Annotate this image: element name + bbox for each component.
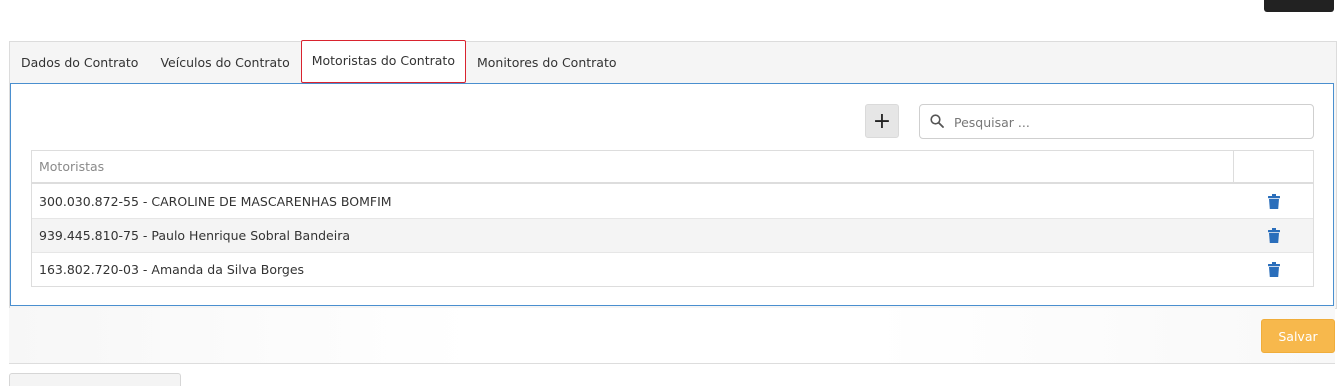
column-header-motoristas: Motoristas: [39, 159, 105, 174]
search-input[interactable]: [952, 106, 1306, 138]
tab-monitores-do-contrato[interactable]: Monitores do Contrato: [466, 42, 628, 81]
bottom-panel-edge: [9, 373, 181, 386]
driver-name-cell: 163.802.720-03 - Amanda da Silva Borges: [39, 262, 305, 277]
search-field[interactable]: [919, 104, 1314, 139]
top-corner-control: [1264, 0, 1334, 12]
tab-veiculos-do-contrato[interactable]: Veículos do Contrato: [149, 42, 300, 81]
add-driver-button[interactable]: +: [865, 104, 899, 138]
contract-tabs-panel: Dados do Contrato Veículos do Contrato M…: [9, 40, 1337, 309]
form-footer: [9, 308, 1335, 364]
tab-content-motoristas: + Motoristas 300.030.872-55 - CAROLINE D…: [10, 83, 1334, 306]
row-actions-cell: [1234, 219, 1313, 252]
tab-bar: Dados do Contrato Veículos do Contrato M…: [10, 40, 628, 83]
table-row: 300.030.872-55 - CAROLINE DE MASCARENHAS…: [32, 184, 1313, 218]
trash-icon[interactable]: [1267, 262, 1280, 277]
row-actions-cell: [1234, 253, 1313, 286]
row-actions-cell: [1234, 184, 1313, 218]
drivers-table: Motoristas 300.030.872-55 - CAROLINE DE …: [31, 150, 1314, 287]
driver-name-cell: 300.030.872-55 - CAROLINE DE MASCARENHAS…: [39, 193, 392, 209]
table-row: 163.802.720-03 - Amanda da Silva Borges: [32, 252, 1313, 286]
search-icon: [930, 114, 944, 128]
tab-motoristas-do-contrato[interactable]: Motoristas do Contrato: [300, 40, 466, 83]
column-header-actions: [1233, 151, 1313, 182]
trash-icon[interactable]: [1267, 193, 1280, 209]
save-button[interactable]: Salvar: [1261, 319, 1335, 353]
table-body: 300.030.872-55 - CAROLINE DE MASCARENHAS…: [32, 184, 1313, 286]
table-header: Motoristas: [32, 151, 1313, 184]
trash-icon[interactable]: [1267, 228, 1280, 243]
table-row: 939.445.810-75 - Paulo Henrique Sobral B…: [32, 218, 1313, 252]
tab-dados-do-contrato[interactable]: Dados do Contrato: [10, 42, 149, 81]
driver-name-cell: 939.445.810-75 - Paulo Henrique Sobral B…: [39, 228, 351, 243]
